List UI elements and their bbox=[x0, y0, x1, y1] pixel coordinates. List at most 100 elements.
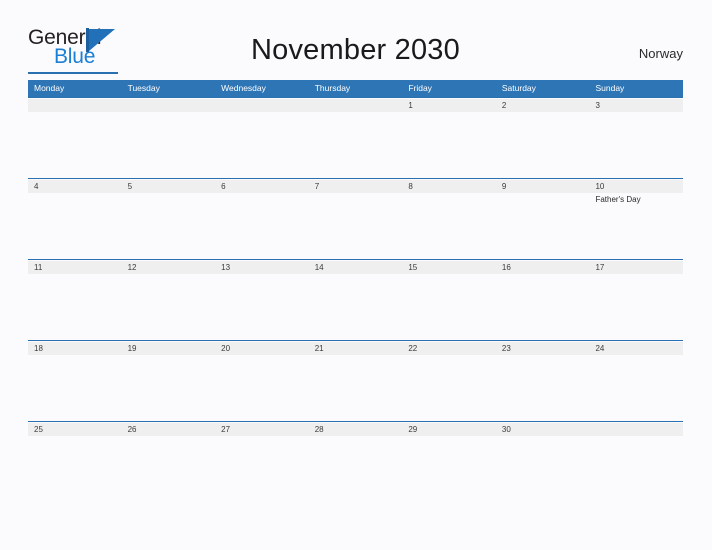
calendar-day-cell[interactable]: 22 bbox=[402, 341, 496, 421]
calendar-empty-cell bbox=[308, 98, 403, 178]
calendar-day-cell[interactable]: 30 bbox=[495, 422, 590, 502]
day-number: 3 bbox=[595, 101, 600, 110]
day-number: 15 bbox=[408, 263, 418, 272]
calendar-day-cell[interactable]: 8 bbox=[402, 179, 496, 259]
day-number: 18 bbox=[34, 344, 43, 353]
calendar-day-cell[interactable]: 7 bbox=[308, 179, 403, 259]
day-number: 8 bbox=[408, 182, 413, 191]
calendar-page: General Blue November 2030 Norway Monday… bbox=[0, 0, 712, 550]
calendar-week-row: 1 2 3 bbox=[28, 97, 684, 178]
holiday-label: Father's Day bbox=[595, 195, 641, 204]
weekday-header-sunday: Sunday bbox=[595, 83, 625, 93]
weekday-header-thursday: Thursday bbox=[314, 83, 351, 93]
day-number: 14 bbox=[314, 263, 324, 272]
calendar-day-cell[interactable]: 15 bbox=[402, 260, 496, 340]
calendar-day-cell[interactable]: 5 bbox=[121, 179, 216, 259]
day-number-band bbox=[402, 180, 496, 193]
calendar-day-cell[interactable]: 16 bbox=[495, 260, 590, 340]
calendar-week-row: 18 19 20 21 22 23 24 bbox=[28, 340, 684, 421]
calendar-empty-cell bbox=[589, 422, 684, 502]
day-number-band bbox=[28, 180, 122, 193]
day-number: 23 bbox=[501, 344, 511, 353]
calendar-day-cell[interactable]: 21 bbox=[308, 341, 403, 421]
brand-underline bbox=[28, 72, 118, 74]
day-number: 10 bbox=[595, 182, 605, 191]
calendar-weeks: 1 2 3 4 5 6 7 8 9 10 Father's Day 11 12 13 14 15 16 17 18 1… bbox=[28, 97, 684, 502]
calendar-day-cell[interactable]: 26 bbox=[121, 422, 216, 502]
day-number: 13 bbox=[221, 263, 231, 272]
calendar-day-cell[interactable]: 23 bbox=[495, 341, 590, 421]
day-number-band bbox=[402, 99, 496, 112]
calendar-grid: Monday Tuesday Wednesday Thursday Friday… bbox=[28, 80, 684, 502]
calendar-week-row: 25 26 27 28 29 30 bbox=[28, 421, 684, 502]
calendar-day-cell[interactable]: 20 bbox=[215, 341, 309, 421]
day-number-band bbox=[495, 99, 590, 112]
calendar-empty-cell bbox=[215, 98, 309, 178]
day-number: 11 bbox=[34, 263, 43, 272]
day-number: 29 bbox=[408, 425, 418, 434]
day-number-band bbox=[121, 180, 216, 193]
page-title: November 2030 bbox=[251, 34, 460, 66]
calendar-day-cell[interactable]: 9 bbox=[495, 179, 590, 259]
calendar-day-cell[interactable]: 2 bbox=[495, 98, 590, 178]
day-number: 20 bbox=[221, 344, 231, 353]
day-number: 28 bbox=[314, 425, 324, 434]
weekday-header-friday: Friday bbox=[408, 83, 432, 93]
day-number-band bbox=[121, 99, 216, 112]
country-label: Norway bbox=[638, 46, 683, 61]
day-number: 12 bbox=[127, 263, 137, 272]
day-number-band bbox=[308, 99, 403, 112]
weekday-header-monday: Monday bbox=[34, 83, 65, 93]
day-number: 1 bbox=[408, 101, 413, 110]
calendar-day-cell[interactable]: 17 bbox=[589, 260, 684, 340]
day-number: 9 bbox=[501, 182, 507, 191]
day-number: 22 bbox=[408, 344, 418, 353]
calendar-day-cell[interactable]: 11 bbox=[28, 260, 122, 340]
calendar-day-cell[interactable]: 10 Father's Day bbox=[589, 179, 684, 259]
day-number: 6 bbox=[221, 182, 226, 191]
calendar-day-cell[interactable]: 25 bbox=[28, 422, 122, 502]
day-number: 24 bbox=[595, 344, 605, 353]
day-number-band bbox=[308, 180, 403, 193]
weekday-header-row: Monday Tuesday Wednesday Thursday Friday… bbox=[28, 80, 683, 97]
calendar-day-cell[interactable]: 6 bbox=[215, 179, 309, 259]
day-number: 5 bbox=[127, 182, 133, 191]
calendar-day-cell[interactable]: 13 bbox=[215, 260, 309, 340]
day-number: 7 bbox=[314, 182, 320, 191]
calendar-day-cell[interactable]: 1 bbox=[402, 98, 496, 178]
calendar-week-row: 11 12 13 14 15 16 17 bbox=[28, 259, 684, 340]
day-number: 2 bbox=[501, 101, 507, 110]
calendar-day-cell[interactable]: 28 bbox=[308, 422, 403, 502]
day-number: 26 bbox=[127, 425, 137, 434]
day-number-band bbox=[215, 99, 309, 112]
day-number-band bbox=[215, 180, 309, 193]
weekday-header-wednesday: Wednesday bbox=[221, 83, 266, 93]
calendar-empty-cell bbox=[28, 98, 122, 178]
day-number: 30 bbox=[501, 425, 511, 434]
calendar-empty-cell bbox=[121, 98, 216, 178]
calendar-day-cell[interactable]: 14 bbox=[308, 260, 403, 340]
day-number-band bbox=[589, 99, 684, 112]
day-number-band bbox=[495, 180, 590, 193]
day-number: 17 bbox=[595, 263, 605, 272]
day-number: 25 bbox=[34, 425, 43, 434]
calendar-day-cell[interactable]: 18 bbox=[28, 341, 122, 421]
day-number: 21 bbox=[314, 344, 324, 353]
calendar-day-cell[interactable]: 29 bbox=[402, 422, 496, 502]
calendar-week-row: 4 5 6 7 8 9 10 Father's Day bbox=[28, 178, 684, 259]
calendar-day-cell[interactable]: 24 bbox=[589, 341, 684, 421]
day-number: 16 bbox=[501, 263, 511, 272]
weekday-header-saturday: Saturday bbox=[501, 83, 536, 93]
calendar-day-cell[interactable]: 3 bbox=[589, 98, 684, 178]
page-header: General Blue November 2030 Norway bbox=[28, 22, 683, 74]
day-number-band bbox=[28, 99, 122, 112]
weekday-header-tuesday: Tuesday bbox=[127, 83, 160, 93]
calendar-day-cell[interactable]: 12 bbox=[121, 260, 216, 340]
day-number: 4 bbox=[34, 182, 39, 191]
day-number: 27 bbox=[221, 425, 231, 434]
day-number-band bbox=[589, 423, 684, 436]
calendar-day-cell[interactable]: 19 bbox=[121, 341, 216, 421]
day-number: 19 bbox=[127, 344, 137, 353]
calendar-day-cell[interactable]: 4 bbox=[28, 179, 122, 259]
calendar-day-cell[interactable]: 27 bbox=[215, 422, 309, 502]
